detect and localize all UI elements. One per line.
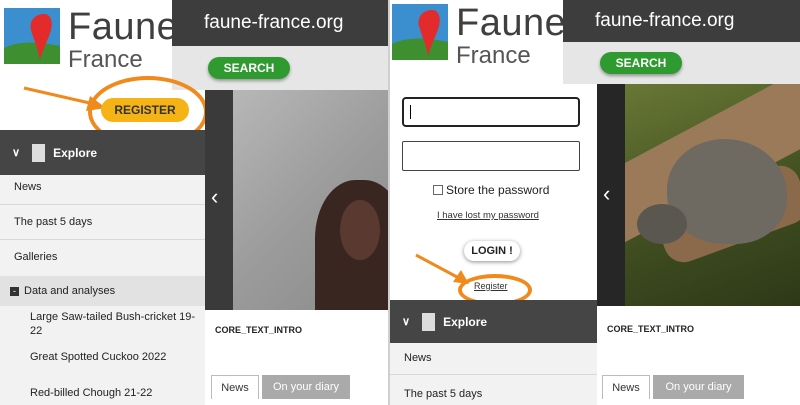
carousel-prev-area	[597, 84, 625, 306]
logo[interactable]: Faune France	[4, 8, 178, 72]
sidebar-item-news[interactable]: News	[0, 181, 42, 193]
tab-news[interactable]: News	[211, 375, 259, 399]
document-icon	[32, 143, 46, 162]
hero-image	[205, 90, 388, 310]
sidebar-item-galleries[interactable]: Galleries	[0, 251, 57, 263]
sidebar-item-news[interactable]: News	[390, 352, 432, 364]
hero-image	[597, 84, 800, 306]
section-label: Data and analyses	[24, 285, 116, 297]
store-password-row[interactable]: Store the password	[433, 183, 549, 197]
lost-password-link[interactable]: I have lost my password	[437, 210, 539, 221]
chevron-down-icon: ∨	[402, 316, 411, 328]
left-screenshot: Faune France faune-france.org SEARCH REG…	[0, 0, 388, 405]
intro-text: CORE_TEXT_INTRO	[215, 325, 303, 335]
sidebar-item-past-5-days[interactable]: The past 5 days	[390, 388, 482, 400]
sidebar-subitem[interactable]: Great Spotted Cuckoo 2022	[0, 351, 166, 363]
domain-text: faune-france.org	[595, 10, 735, 31]
logo-pin-icon	[4, 8, 60, 64]
logo-subtitle: France	[68, 46, 143, 73]
tab-on-your-diary[interactable]: On your diary	[653, 375, 744, 399]
store-password-checkbox[interactable]	[433, 185, 443, 195]
register-link[interactable]: Register	[474, 281, 508, 291]
explore-menu-header[interactable]: ∨ Explore	[390, 300, 597, 343]
text-cursor	[410, 105, 411, 119]
explore-menu-header[interactable]: ∨ Explore	[0, 130, 205, 175]
logo-pin-icon	[392, 4, 448, 60]
explore-label: Explore	[53, 145, 98, 160]
logo-title: Faune	[456, 2, 567, 44]
intro-text: CORE_TEXT_INTRO	[607, 324, 695, 334]
sidebar-section-data[interactable]: - Data and analyses	[0, 276, 205, 306]
tab-on-your-diary[interactable]: On your diary	[262, 375, 350, 399]
chevron-down-icon: ∨	[12, 147, 21, 159]
logo-subtitle: France	[456, 42, 531, 69]
logo[interactable]: Faune France	[392, 4, 566, 68]
carousel-prev-icon[interactable]: ‹	[603, 181, 610, 207]
register-button[interactable]: REGISTER	[101, 98, 189, 122]
domain-text: faune-france.org	[204, 12, 344, 33]
sidebar-subitem[interactable]: Large Saw-tailed Bush-cricket 19-22	[0, 310, 200, 338]
search-button[interactable]: SEARCH	[600, 52, 682, 74]
password-field[interactable]	[402, 141, 580, 171]
minus-icon: -	[10, 286, 19, 296]
tab-news[interactable]: News	[602, 375, 650, 399]
logo-title: Faune	[68, 6, 179, 48]
divider	[0, 204, 205, 205]
search-button[interactable]: SEARCH	[208, 57, 290, 79]
divider	[0, 239, 205, 240]
domain-bar: faune-france.org	[563, 0, 800, 42]
explore-label: Explore	[443, 314, 488, 329]
sidebar-item-past-5-days[interactable]: The past 5 days	[0, 216, 92, 228]
store-password-label: Store the password	[446, 183, 550, 197]
carousel-prev-icon[interactable]: ‹	[211, 184, 218, 210]
sidebar-subitem[interactable]: Red-billed Chough 21-22	[0, 387, 152, 399]
divider	[390, 374, 597, 375]
domain-bar: faune-france.org	[172, 0, 388, 46]
document-icon	[422, 312, 436, 331]
username-field[interactable]	[402, 97, 580, 127]
